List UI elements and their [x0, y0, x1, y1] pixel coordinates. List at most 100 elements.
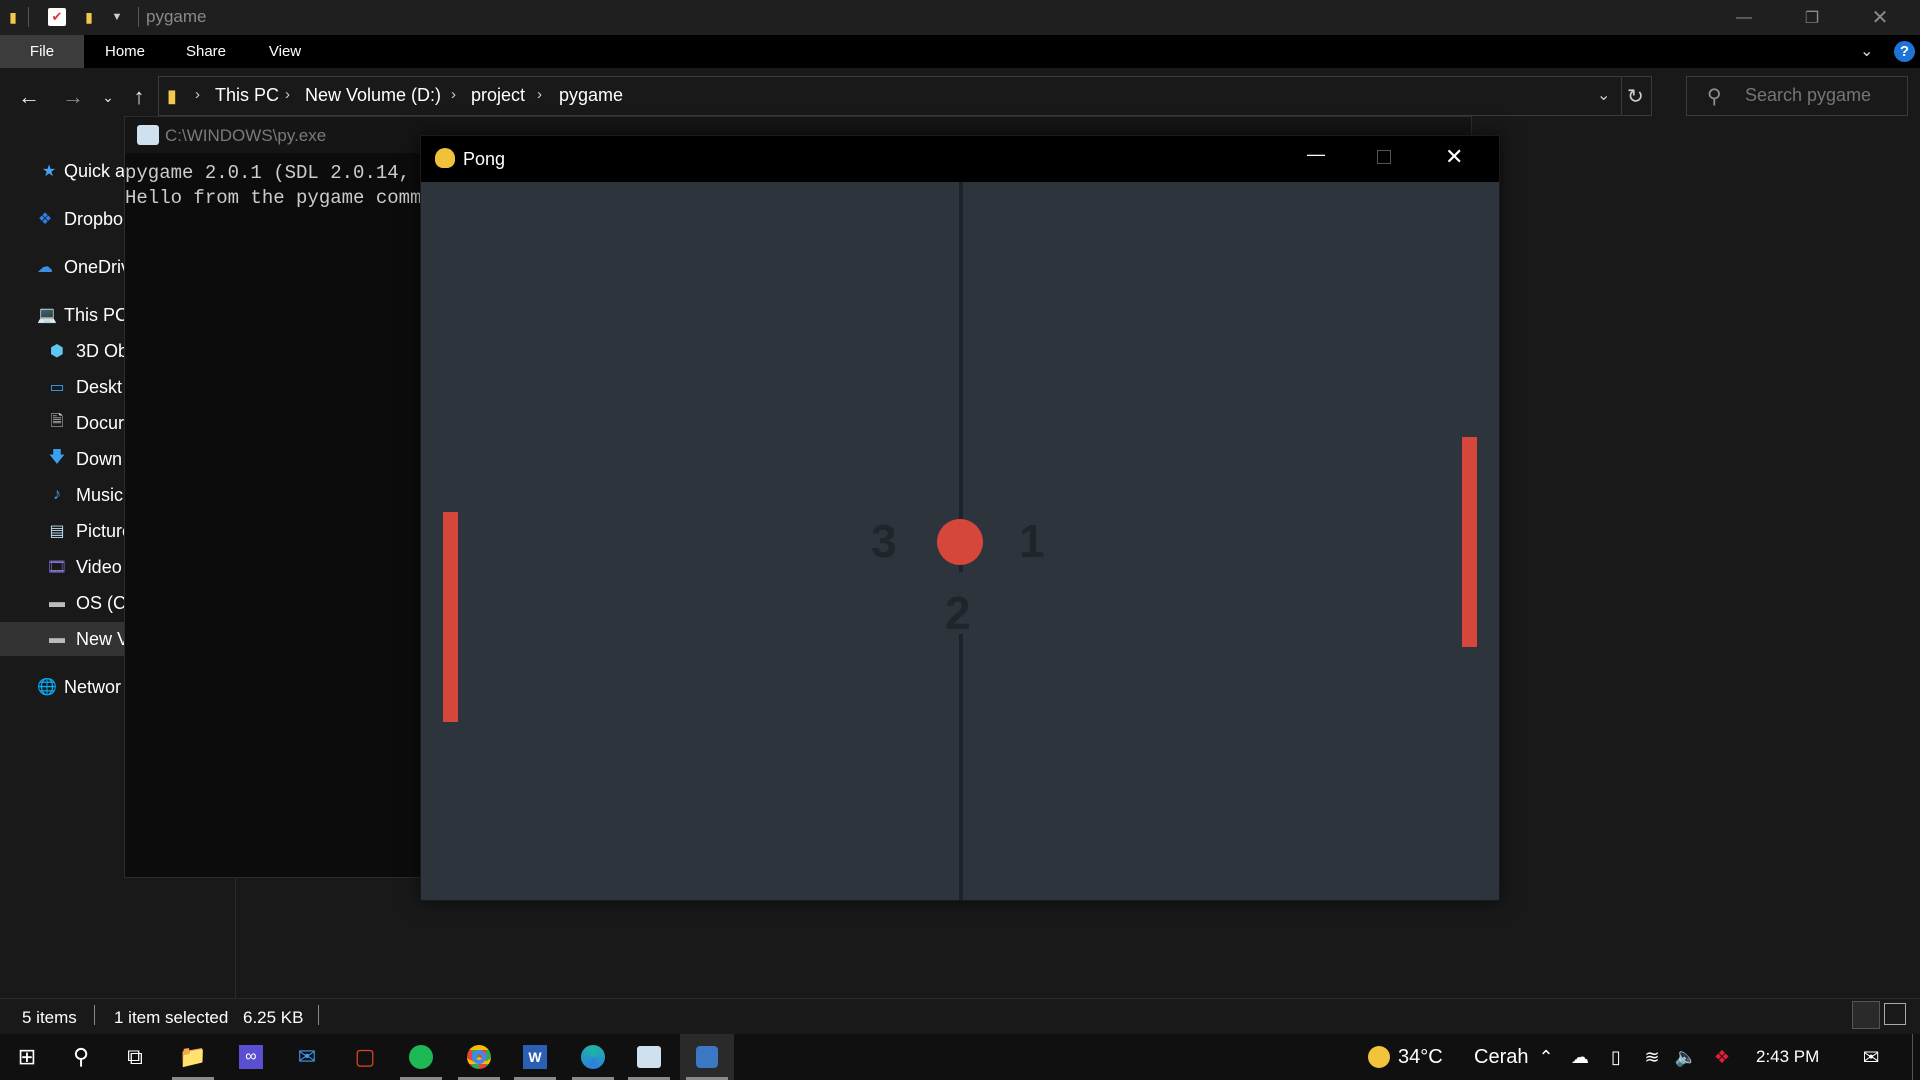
breadcrumb-separator-icon[interactable]: ›: [537, 86, 542, 103]
taskbar-mail[interactable]: ✉: [280, 1034, 334, 1080]
battery-icon[interactable]: ▯: [1604, 1034, 1628, 1080]
weather-icon[interactable]: [1364, 1034, 1394, 1080]
taskbar-visual-studio[interactable]: ∞: [224, 1034, 278, 1080]
task-view-button[interactable]: ⧉: [108, 1034, 162, 1080]
pong-title: Pong: [463, 149, 506, 169]
spotify-icon: [409, 1045, 433, 1069]
start-button[interactable]: ⊞: [0, 1034, 54, 1080]
address-dropdown-icon[interactable]: ⌄: [1597, 85, 1610, 105]
task-view-icon: ⧉: [127, 1044, 143, 1069]
sidebar-item-label: This PC: [64, 305, 129, 325]
up-button[interactable]: ↑: [126, 80, 152, 114]
taskbar-pygame[interactable]: [680, 1034, 734, 1080]
onedrive-tray-icon[interactable]: ☁: [1568, 1034, 1592, 1080]
explorer-title-bar: ▮ ✔ ▮ ▼ pygame — ❐ ✕: [0, 0, 1920, 35]
folder-icon: ▮: [9, 8, 17, 25]
weather-temp[interactable]: 34°C: [1398, 1034, 1443, 1080]
back-button[interactable]: ←: [14, 80, 44, 114]
recent-locations-button[interactable]: ⌄: [98, 80, 118, 114]
minimize-button[interactable]: —: [1710, 0, 1778, 35]
wifi-icon[interactable]: ≋: [1640, 1034, 1664, 1080]
arrow-up-icon: ↑: [133, 84, 145, 109]
breadcrumb-pygame[interactable]: pygame: [559, 85, 623, 106]
taskbar-word[interactable]: W: [508, 1034, 562, 1080]
weather-desc[interactable]: Cerah: [1474, 1034, 1528, 1080]
taskbar-chrome[interactable]: [452, 1034, 506, 1080]
selection-size: 6.25 KB: [243, 1008, 304, 1027]
star-icon: ★: [41, 163, 57, 180]
clock[interactable]: 2:43 PM: [1756, 1034, 1819, 1080]
sidebar-item-label: Down: [76, 449, 123, 469]
ribbon-tabs: File Home Share View ⌄ ?: [0, 35, 1920, 68]
office-icon: ▢: [354, 1044, 376, 1069]
minimize-icon[interactable]: —: [1307, 144, 1325, 165]
volume-icon[interactable]: 🔈: [1674, 1034, 1698, 1080]
breadcrumb-project[interactable]: project: [471, 85, 525, 106]
chevron-down-icon: ⌄: [102, 88, 114, 105]
film-icon: 🎞: [46, 559, 68, 576]
sidebar-item-label: Deskt: [76, 377, 123, 397]
download-icon: 🡇: [48, 448, 66, 466]
cloud-icon: ☁: [37, 259, 53, 276]
taskbar-python-launcher[interactable]: [622, 1034, 676, 1080]
search-box[interactable]: ⚲: [1686, 76, 1908, 116]
drive-icon: ▬: [49, 630, 65, 647]
properties-icon[interactable]: ✔: [48, 8, 66, 26]
close-icon: ✕: [1871, 7, 1889, 29]
pygame-snake-icon: [435, 148, 455, 168]
close-button[interactable]: ✕: [1846, 0, 1914, 35]
taskbar-office[interactable]: ▢: [338, 1034, 392, 1080]
search-button[interactable]: ⚲: [54, 1034, 108, 1080]
pong-window[interactable]: Pong — ✕ 3 1 2: [420, 135, 1500, 901]
breadcrumb-separator-icon[interactable]: ›: [195, 86, 200, 103]
breadcrumb-this-pc[interactable]: This PC: [215, 85, 279, 106]
search-icon: ⚲: [1707, 86, 1722, 108]
sidebar-item-label: Networ: [64, 677, 122, 697]
mail-icon: ✉: [297, 1044, 317, 1069]
close-icon[interactable]: ✕: [1445, 144, 1463, 170]
tab-file[interactable]: File: [0, 35, 84, 68]
taskbar-edge[interactable]: [566, 1034, 620, 1080]
breadcrumb-separator-icon[interactable]: ›: [451, 86, 456, 103]
center-number: 2: [945, 587, 971, 639]
sidebar-item-label: 3D Ob: [76, 341, 129, 361]
tab-home[interactable]: Home: [96, 35, 154, 68]
address-bar[interactable]: ▮ › This PC › New Volume (D:) › project …: [158, 76, 1652, 116]
action-center-icon[interactable]: ✉: [1856, 1034, 1886, 1080]
game-canvas[interactable]: 3 1 2: [421, 182, 1499, 900]
chrome-icon: [467, 1045, 491, 1069]
tab-share[interactable]: Share: [176, 35, 236, 68]
tab-view[interactable]: View: [258, 35, 312, 68]
document-icon: 🗎: [50, 412, 64, 430]
folder-icon: ▮: [167, 86, 177, 106]
help-icon[interactable]: ?: [1894, 41, 1915, 62]
breadcrumb-separator-icon[interactable]: ›: [285, 86, 290, 103]
customize-quick-access-icon[interactable]: ▼: [108, 8, 126, 26]
show-desktop-button[interactable]: [1912, 1034, 1913, 1080]
arrow-left-icon: ←: [18, 84, 40, 109]
score-right: 1: [1019, 515, 1045, 567]
forward-button[interactable]: →: [58, 80, 88, 114]
breadcrumb-new-volume[interactable]: New Volume (D:): [305, 85, 441, 106]
python-launcher-icon: [637, 1046, 661, 1068]
search-input[interactable]: [1745, 85, 1895, 106]
large-icons-view-button[interactable]: [1884, 1003, 1906, 1025]
selection-info: 1 item selected: [114, 1008, 229, 1027]
console-title: C:\WINDOWS\py.exe: [165, 126, 327, 145]
show-hidden-icons-button[interactable]: ⌃: [1536, 1034, 1556, 1080]
refresh-icon[interactable]: ↻: [1627, 84, 1644, 109]
console-line: Hello from the pygame commu: [125, 187, 433, 209]
details-view-button[interactable]: [1852, 1001, 1880, 1029]
dropbox-icon: ❖: [37, 211, 53, 228]
new-folder-icon[interactable]: ▮: [80, 8, 98, 26]
restore-button[interactable]: ❐: [1778, 0, 1846, 35]
taskbar-spotify[interactable]: [394, 1034, 448, 1080]
sidebar-item-label: Music: [76, 485, 124, 505]
right-paddle: [1462, 437, 1477, 647]
taskbar-file-explorer[interactable]: 📁: [166, 1034, 220, 1080]
score-left: 3: [871, 515, 897, 567]
music-note-icon: ♪: [53, 486, 61, 503]
status-bar: 5 items 1 item selected 6.25 KB: [0, 998, 1920, 1034]
expand-ribbon-icon[interactable]: ⌄: [1860, 41, 1873, 61]
app-tray-icon[interactable]: ❖: [1710, 1034, 1734, 1080]
